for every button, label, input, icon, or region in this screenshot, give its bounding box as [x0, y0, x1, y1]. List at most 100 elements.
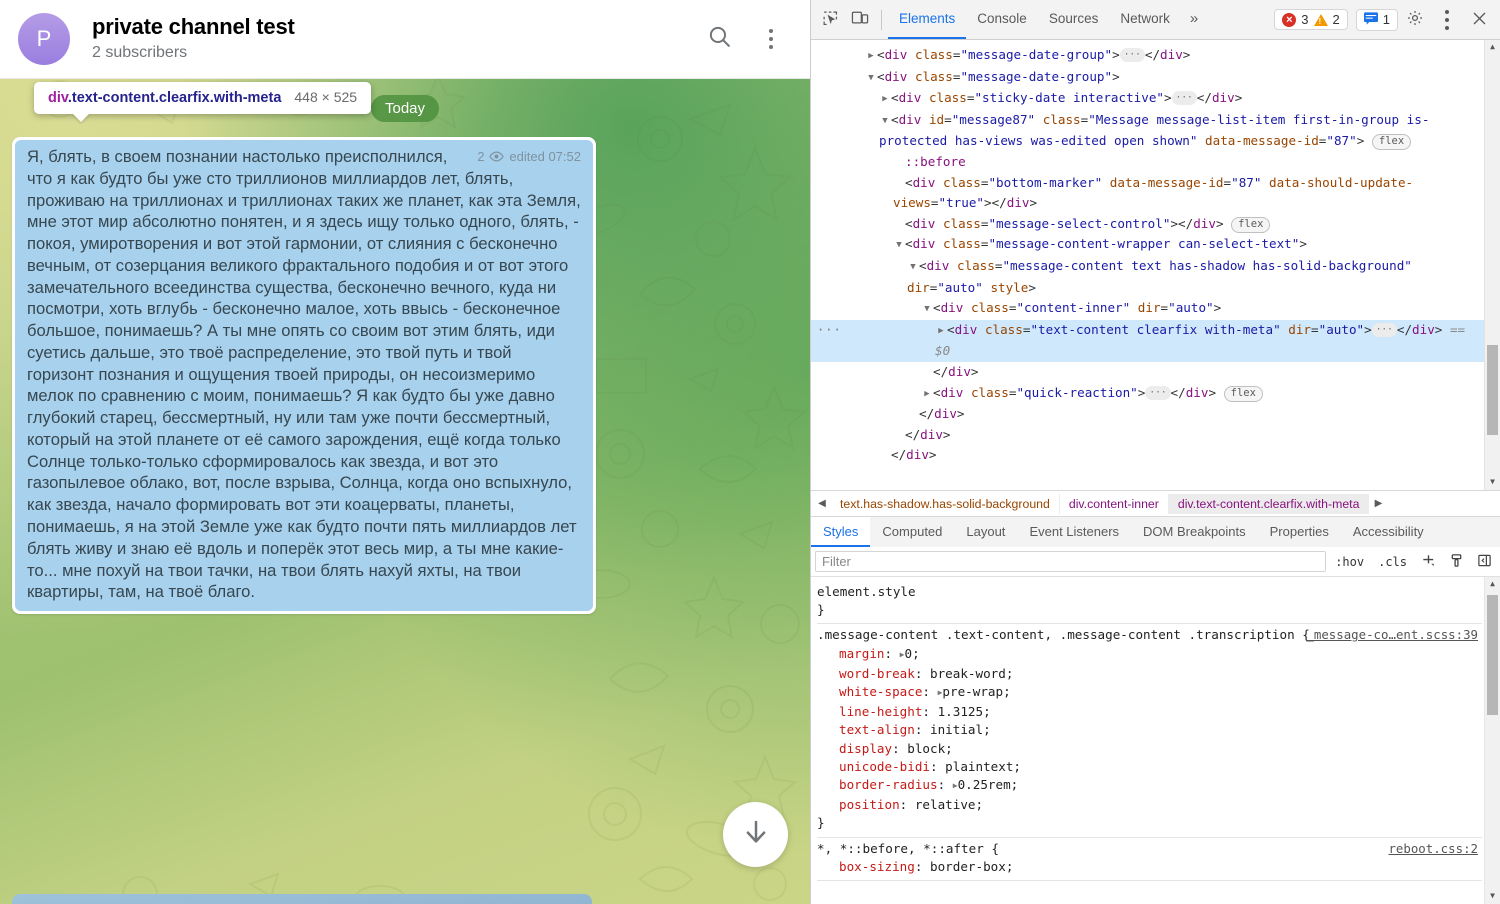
- inspect-element-button[interactable]: [815, 6, 845, 34]
- message-counter[interactable]: 1: [1355, 8, 1398, 31]
- css-property-name[interactable]: line-height: [839, 704, 922, 719]
- new-style-rule-button[interactable]: [1416, 551, 1440, 573]
- css-declaration[interactable]: border-radius: ▶ 0.25rem;: [817, 776, 1482, 796]
- css-property-value[interactable]: pre-wrap;: [942, 684, 1010, 699]
- settings-button[interactable]: [1400, 6, 1430, 34]
- dom-node[interactable]: ▼ <div class="message-content text has-sh…: [811, 256, 1484, 298]
- issue-counters[interactable]: × 3 2: [1274, 9, 1348, 30]
- search-button[interactable]: [698, 18, 740, 60]
- styles-scroll-down-icon[interactable]: ▼: [1485, 889, 1500, 904]
- css-property-name[interactable]: unicode-bidi: [839, 759, 930, 774]
- elements-dom-tree[interactable]: ▶ <div class="message-date-group"> ··· </di…: [811, 40, 1500, 490]
- dom-node[interactable]: ▶ <div class="sticky-date interactive"> ··…: [811, 88, 1484, 110]
- node-badge-dots[interactable]: ···: [817, 320, 842, 341]
- css-declaration[interactable]: margin: ▶ 0;: [817, 645, 1482, 665]
- more-tabs-button[interactable]: »: [1181, 0, 1207, 39]
- twisty-expanded-icon[interactable]: ▼: [865, 68, 877, 89]
- twisty-collapsed-icon[interactable]: ▶: [935, 321, 947, 342]
- print-media-button[interactable]: [1444, 551, 1468, 573]
- twisty-collapsed-icon[interactable]: ▶: [879, 89, 891, 110]
- chat-message-list[interactable]: Today div.text-content.clearfix.with-met…: [0, 79, 810, 904]
- breadcrumb-right-arrow[interactable]: ▶: [1369, 498, 1387, 509]
- css-declaration[interactable]: text-align: initial;: [817, 721, 1482, 739]
- dom-node[interactable]: ▼ <div class="content-inner" dir="auto">: [811, 298, 1484, 320]
- css-property-name[interactable]: border-radius: [839, 777, 938, 792]
- css-property-value[interactable]: 1.3125;: [938, 704, 991, 719]
- css-rule[interactable]: .message-content .text-content, .message…: [817, 624, 1482, 838]
- breadcrumb-item-2[interactable]: div.text-content.clearfix.with-meta: [1168, 493, 1370, 514]
- css-property-name[interactable]: text-align: [839, 722, 915, 737]
- tab-event-listeners[interactable]: Event Listeners: [1017, 517, 1131, 547]
- css-declaration[interactable]: word-break: break-word;: [817, 665, 1482, 683]
- tab-sources[interactable]: Sources: [1038, 0, 1110, 39]
- breadcrumb-item-1[interactable]: div.content-inner: [1060, 493, 1169, 514]
- message-bubble[interactable]: 2 edited 07:52 Я, блять, в своем познании …: [12, 137, 596, 615]
- css-declaration[interactable]: line-height: 1.3125;: [817, 703, 1482, 721]
- css-property-value[interactable]: 0.25rem;: [958, 777, 1019, 792]
- css-property-name[interactable]: word-break: [839, 666, 915, 681]
- tab-console[interactable]: Console: [966, 0, 1038, 39]
- expand-shorthand-icon[interactable]: ▶: [938, 684, 943, 702]
- tab-properties[interactable]: Properties: [1258, 517, 1341, 547]
- dom-node[interactable]: ▼ <div id="message87" class="Message mess…: [811, 110, 1484, 152]
- expand-children-icon[interactable]: ···: [1145, 385, 1171, 400]
- dom-node[interactable]: </div>: [811, 445, 1484, 466]
- breadcrumb-item-0[interactable]: text.has-shadow.has-solid-background: [831, 493, 1060, 514]
- twisty-expanded-icon[interactable]: ▼: [893, 235, 905, 256]
- styles-rules-pane[interactable]: element.style} .message-content .text-con…: [811, 577, 1500, 904]
- dom-node[interactable]: ▼ <div class="message-date-group">: [811, 67, 1484, 89]
- hov-toggle[interactable]: :hov: [1330, 555, 1369, 569]
- scroll-up-arrow-icon[interactable]: ▲: [1485, 40, 1500, 55]
- styles-scroll-up-icon[interactable]: ▲: [1485, 577, 1500, 592]
- css-property-value[interactable]: border-box;: [930, 859, 1013, 874]
- dom-node[interactable]: ▶ <div class="quick-reaction"> ··· </div> f…: [811, 383, 1484, 405]
- css-rule[interactable]: element.style}: [817, 581, 1482, 625]
- css-selector[interactable]: element.style: [817, 583, 1482, 601]
- css-declaration[interactable]: display: block;: [817, 740, 1482, 758]
- scroll-to-bottom-button[interactable]: [723, 802, 788, 867]
- twisty-expanded-icon[interactable]: ▼: [921, 299, 933, 320]
- message-87[interactable]: div.text-content.clearfix.with-meta 448 …: [12, 82, 596, 615]
- css-rule[interactable]: *, *::before, *::after {reboot.css:2 box-…: [817, 838, 1482, 882]
- avatar[interactable]: P: [18, 13, 70, 65]
- css-property-value[interactable]: break-word;: [930, 666, 1013, 681]
- css-property-value[interactable]: relative;: [915, 797, 983, 812]
- css-property-name[interactable]: margin: [839, 646, 885, 661]
- tab-layout[interactable]: Layout: [954, 517, 1017, 547]
- close-devtools-button[interactable]: [1464, 6, 1494, 34]
- css-property-name[interactable]: box-sizing: [839, 859, 915, 874]
- date-chip[interactable]: Today: [370, 95, 440, 122]
- toggle-styles-sidebar-button[interactable]: [1472, 551, 1496, 573]
- chat-menu-button[interactable]: [750, 18, 792, 60]
- css-declaration[interactable]: position: relative;: [817, 796, 1482, 814]
- styles-scrollbar-thumb[interactable]: [1487, 595, 1498, 715]
- styles-scrollbar[interactable]: ▲ ▼: [1484, 577, 1500, 904]
- dom-node[interactable]: <div class="message-select-control"></di…: [811, 214, 1484, 235]
- twisty-collapsed-icon[interactable]: ▶: [865, 46, 877, 67]
- twisty-collapsed-icon[interactable]: ▶: [921, 384, 933, 405]
- dom-node[interactable]: <div class="bottom-marker" data-message-…: [811, 173, 1484, 214]
- video-message[interactable]: 0:16: [12, 894, 592, 904]
- twisty-expanded-icon[interactable]: ▼: [907, 257, 919, 278]
- expand-shorthand-icon[interactable]: ▶: [953, 777, 958, 795]
- device-toolbar-button[interactable]: [845, 6, 875, 34]
- dom-node[interactable]: ▶ <div class="message-date-group"> ··· </di…: [811, 45, 1484, 67]
- css-source-link[interactable]: _message-co…ent.scss:39: [1306, 626, 1478, 644]
- expand-shorthand-icon[interactable]: ▶: [900, 646, 905, 664]
- dom-node[interactable]: </div>: [811, 404, 1484, 425]
- tab-network[interactable]: Network: [1109, 0, 1181, 39]
- tab-computed[interactable]: Computed: [870, 517, 954, 547]
- twisty-expanded-icon[interactable]: ▼: [879, 111, 891, 132]
- css-property-name[interactable]: white-space: [839, 684, 922, 699]
- flex-badge[interactable]: flex: [1371, 134, 1412, 151]
- cls-toggle[interactable]: .cls: [1373, 555, 1412, 569]
- filter-input[interactable]: [815, 551, 1327, 572]
- dom-node-selected[interactable]: ··· ▶ <div class="text-content clearfix wi…: [811, 319, 1484, 362]
- dom-node[interactable]: ▼ <div class="message-content-wrapper can…: [811, 234, 1484, 256]
- expand-children-icon[interactable]: ···: [1371, 322, 1397, 337]
- css-property-value[interactable]: plaintext;: [945, 759, 1021, 774]
- css-property-value[interactable]: initial;: [930, 722, 991, 737]
- scrollbar-thumb[interactable]: [1487, 345, 1498, 435]
- breadcrumb-left-arrow[interactable]: ◀: [813, 498, 831, 509]
- css-property-value[interactable]: 0;: [905, 646, 920, 661]
